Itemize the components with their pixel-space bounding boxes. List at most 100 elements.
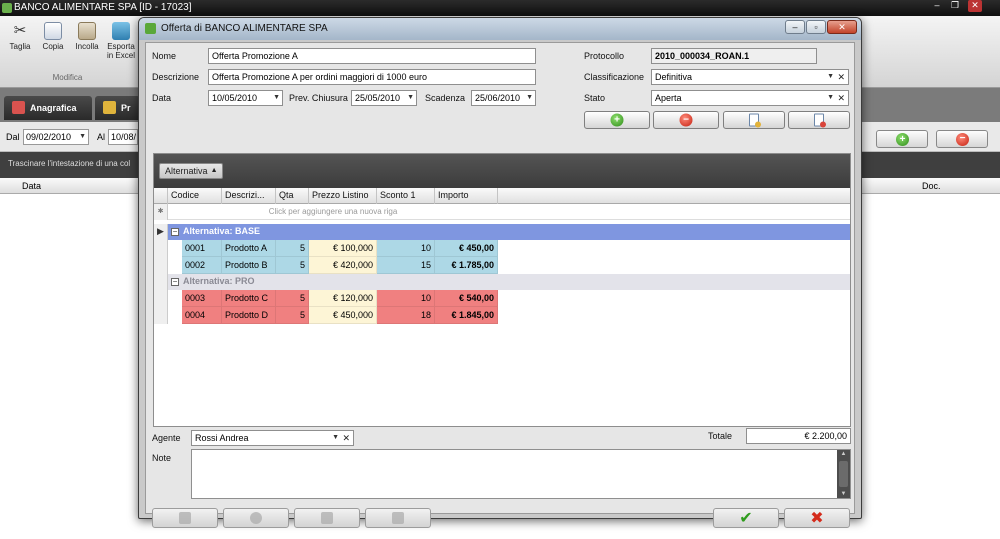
al-label: Al [97,132,106,142]
cell-importo: € 1.785,00 [435,257,498,274]
col-codice[interactable]: Codice [168,188,222,204]
dialog-close-icon[interactable]: ✕ [827,20,857,34]
totale-value: € 2.200,00 [804,431,847,441]
scadenza-label: Scadenza [425,93,466,103]
agente-select[interactable]: Rossi Andrea ▼ ✕ [191,430,354,446]
add-row-button[interactable]: + [584,111,650,129]
cell-descrizione: Prodotto B [222,257,276,274]
document-icon [179,512,191,524]
cell-qta: 5 [276,307,309,324]
close-icon[interactable]: ✕ [968,0,982,12]
clear-icon[interactable]: ✕ [837,91,845,105]
tab-anagrafica[interactable]: Anagrafica [4,96,92,120]
user-icon [250,512,262,524]
footer-button-4[interactable] [365,508,431,528]
note-scrollbar[interactable]: ▲ ▼ [837,450,850,498]
dialog-minimize-icon[interactable]: – [785,20,805,34]
remove-alternative-button[interactable] [788,111,850,129]
dialog-body: Nome Offerta Promozione A Descrizione Of… [145,42,855,528]
pencils-icon [103,101,116,114]
collapse-icon[interactable]: − [171,228,179,236]
toolbar-group-label: Modifica [52,73,83,82]
chevron-down-icon[interactable]: ▼ [273,91,280,105]
nome-field[interactable]: Offerta Promozione A [208,48,536,64]
scadenza-field[interactable]: 25/06/2010 ▼ [471,90,536,106]
search-icon [321,512,333,524]
maximize-icon[interactable]: ❐ [948,0,962,12]
scroll-down-icon[interactable]: ▼ [837,491,850,497]
col-prezzo-listino[interactable]: Prezzo Listino [309,188,377,204]
bg-col-doc[interactable]: Doc. [922,181,941,191]
chevron-down-icon[interactable]: ▼ [827,70,834,84]
stato-label: Stato [584,93,606,103]
bg-add-button[interactable]: + [876,130,928,148]
classificazione-value: Definitiva [655,72,693,82]
cell-sconto: 10 [377,240,435,257]
plus-icon: + [896,133,909,146]
descrizione-field[interactable]: Offerta Promozione A per ordini maggiori… [208,69,536,85]
minus-icon: − [679,113,693,127]
table-row[interactable]: 0001 Prodotto A 5 € 100,000 10 € 450,00 [154,240,850,257]
add-alternative-button[interactable] [723,111,785,129]
dal-date-field[interactable]: 09/02/2010 ▼ [23,129,89,145]
group-row-pro[interactable]: − Alternativa: PRO [154,274,850,290]
paste-button[interactable]: Incolla [72,20,102,51]
data-date-field[interactable]: 10/05/2010 ▼ [208,90,283,106]
col-sconto[interactable]: Sconto 1 [377,188,435,204]
confirm-button[interactable]: ✔ [713,508,779,528]
stato-select[interactable]: Aperta ▼ ✕ [651,90,849,106]
table-row[interactable]: 0003 Prodotto C 5 € 120,000 10 € 540,00 [154,290,850,307]
group-pro-label: Alternativa: PRO [183,276,255,286]
footer-button-2[interactable] [223,508,289,528]
clear-icon[interactable]: ✕ [342,431,350,445]
tab-second[interactable]: Pr [95,96,140,120]
scroll-up-icon[interactable]: ▲ [837,451,850,457]
note-textarea[interactable]: ▲ ▼ [191,449,851,499]
protocollo-field: 2010_000034_ROAN.1 [651,48,817,64]
scadenza-value: 25/06/2010 [475,93,521,103]
copy-button[interactable]: Copia [38,20,68,51]
col-importo[interactable]: Importo [435,188,498,204]
prev-chiusura-field[interactable]: 25/05/2010 ▼ [351,90,417,106]
minimize-icon[interactable]: – [930,0,944,12]
cut-button[interactable]: ✂ Taglia [5,20,35,51]
col-descrizione[interactable]: Descrizi... [222,188,276,204]
dialog-maximize-icon[interactable]: ▫ [806,20,826,34]
export-excel-button[interactable]: Esporta in Excel [106,20,136,60]
footer-button-3[interactable] [294,508,360,528]
chevron-down-icon[interactable]: ▼ [827,91,834,105]
footer-button-1[interactable] [152,508,218,528]
bg-col-data[interactable]: Data [22,181,41,191]
bg-remove-button[interactable]: − [936,130,988,148]
cell-descrizione: Prodotto C [222,290,276,307]
table-row[interactable]: 0004 Prodotto D 5 € 450,000 18 € 1.845,0… [154,307,850,324]
new-row[interactable]: ✱ Click per aggiungere una nuova riga [154,204,850,220]
cell-descrizione: Prodotto A [222,240,276,257]
chevron-down-icon[interactable]: ▼ [332,431,339,445]
agente-value: Rossi Andrea [195,433,249,443]
prev-chiusura-value: 25/05/2010 [355,93,401,103]
al-date-field[interactable]: 10/08/ [108,129,138,145]
grid-group-area: Alternativa ▲ [154,154,850,188]
chevron-down-icon[interactable]: ▼ [407,91,414,105]
chevron-down-icon[interactable]: ▼ [79,130,86,144]
group-row-base[interactable]: ▶ − Alternativa: BASE [154,224,850,240]
collapse-icon[interactable]: − [171,278,179,286]
excel-export-icon [112,22,130,40]
classificazione-select[interactable]: Definitiva ▼ ✕ [651,69,849,85]
chevron-down-icon[interactable]: ▼ [526,91,533,105]
row-indicator [154,274,168,290]
row-indicator [154,290,168,307]
close-x-icon: ✖ [810,510,824,527]
table-row[interactable]: 0002 Prodotto B 5 € 420,000 15 € 1.785,0… [154,257,850,274]
group-by-chip[interactable]: Alternativa ▲ [159,163,223,179]
cell-codice: 0001 [182,240,222,257]
cancel-button[interactable]: ✖ [784,508,850,528]
scrollbar-thumb[interactable] [839,461,848,487]
clear-icon[interactable]: ✕ [837,70,845,84]
new-row-hint: Click per aggiungere una nuova riga [268,207,398,216]
data-label: Data [152,93,172,103]
cell-prezzo: € 420,000 [309,257,377,274]
remove-row-button[interactable]: − [653,111,719,129]
col-qta[interactable]: Qta [276,188,309,204]
